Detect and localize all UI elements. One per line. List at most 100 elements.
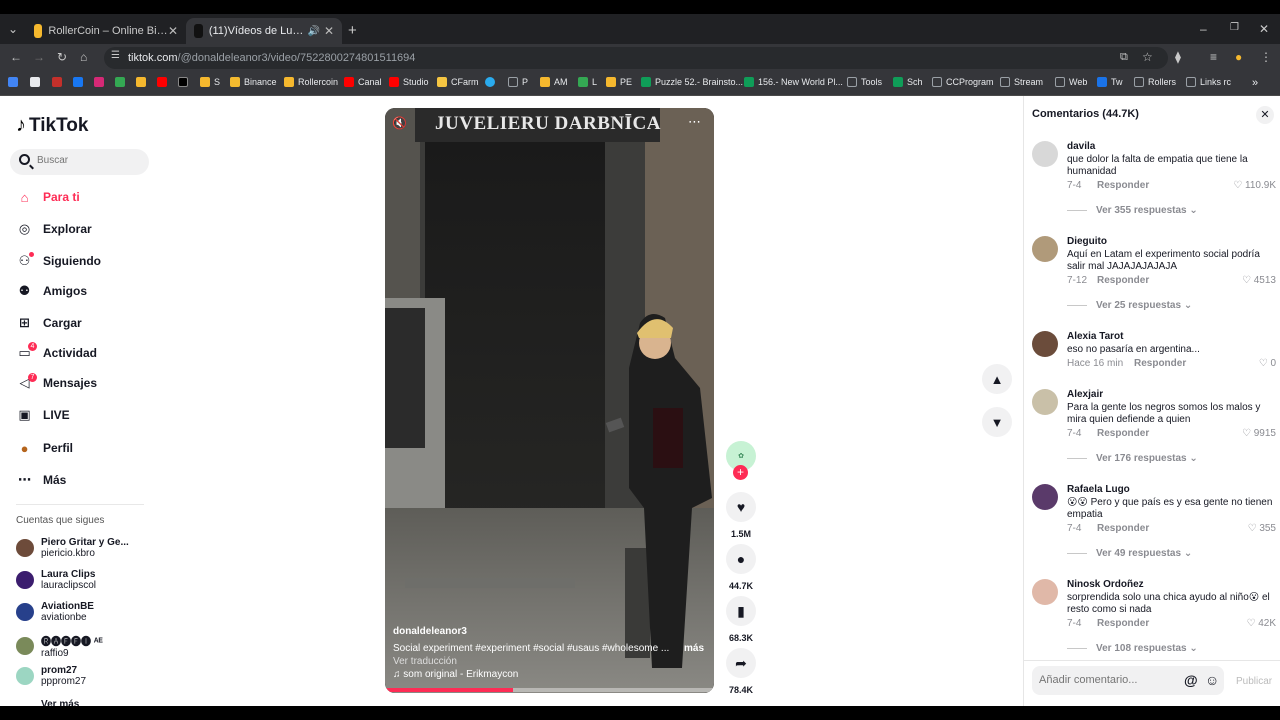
bookmark-folder-p[interactable]: P [508, 77, 528, 87]
bookmark-cfarm[interactable]: CFarm [437, 77, 479, 87]
nav-live[interactable]: ▣ LIVE [16, 404, 69, 426]
followed-account[interactable]: prom27 ppprom27 [16, 665, 86, 687]
bookmark-folder-stream[interactable]: Stream [1000, 77, 1043, 87]
install-app-icon[interactable]: ⧉ [1120, 51, 1128, 64]
reload-icon[interactable]: ↻ [57, 50, 67, 64]
bookmark-folder-web[interactable]: Web [1055, 77, 1087, 87]
url-text[interactable]: tiktok.com/@donaldeleanor3/video/7522800… [128, 52, 415, 64]
comment-author[interactable]: Ninosk Ordoñez [1067, 579, 1144, 590]
emoji-icon[interactable]: ☺ [1205, 672, 1219, 688]
bookmark-facebook-icon[interactable] [73, 77, 87, 87]
nav-cargar[interactable]: ⊞ Cargar [16, 312, 82, 334]
comment-like-button[interactable]: ♡ 110.9K [1233, 180, 1276, 191]
avatar[interactable] [1032, 484, 1058, 510]
video-sound[interactable]: ♫ som original - Erikmaycon [393, 669, 518, 680]
bookmark-pe[interactable]: PE [606, 77, 632, 87]
comment-button[interactable]: ● 44.7K [726, 544, 756, 591]
extensions-icon[interactable]: ⧫ [1175, 50, 1181, 64]
bookmark-youtube-icon[interactable] [157, 77, 171, 87]
tab-tiktok[interactable]: (11)Vídeos de Lupita (@guapa 🔊 ✕ [186, 18, 342, 44]
minimize-icon[interactable]: – [1200, 22, 1207, 36]
reply-button[interactable]: Responder [1097, 275, 1149, 286]
video-more-icon[interactable]: ⋯ [688, 114, 701, 130]
view-replies-button[interactable]: Ver 176 respuestas ⌄ [1096, 453, 1198, 464]
avatar[interactable] [1032, 389, 1058, 415]
follow-plus-icon[interactable]: + [733, 465, 748, 480]
audio-playing-icon[interactable]: 🔊 [307, 26, 319, 37]
reply-button[interactable]: Responder [1097, 180, 1149, 191]
share-button[interactable]: ➦ 78.4K [726, 648, 756, 695]
comment-input[interactable] [1039, 674, 1179, 686]
bookmark-puzzle[interactable]: Puzzle 52.- Brainsto... [641, 77, 743, 87]
next-video-button[interactable]: ▼ [982, 407, 1012, 437]
close-tab-icon[interactable]: ✕ [168, 24, 178, 38]
comment-author[interactable]: Dieguito [1067, 236, 1107, 247]
bookmark-x-icon[interactable] [178, 77, 192, 87]
publish-button[interactable]: Publicar [1236, 676, 1272, 687]
home-icon[interactable]: ⌂ [80, 50, 87, 64]
video-more-link[interactable]: más [684, 643, 704, 654]
view-replies-button[interactable]: Ver 108 respuestas ⌄ [1096, 643, 1198, 654]
bookmark-instagram-icon[interactable] [94, 77, 108, 87]
see-more-following[interactable]: Ver más [41, 699, 79, 706]
followed-account[interactable]: Laura Clips lauraclipscol [16, 569, 96, 591]
bookmark-icon-1[interactable] [30, 77, 44, 87]
new-tab-icon[interactable]: + [348, 22, 357, 39]
avatar[interactable] [1032, 331, 1058, 357]
restore-icon[interactable]: ❐ [1230, 22, 1239, 33]
translate-link[interactable]: Ver traducción [393, 656, 457, 667]
reply-button[interactable]: Responder [1097, 523, 1149, 534]
search-box[interactable] [10, 149, 149, 175]
avatar[interactable] [1032, 236, 1058, 262]
nav-para-ti[interactable]: ⌂ Para ti [16, 186, 80, 208]
close-tab-icon[interactable]: ✕ [324, 24, 334, 38]
comment-like-button[interactable]: ♡ 0 [1259, 358, 1276, 369]
mute-icon[interactable]: 🔇 [392, 116, 407, 130]
bookmark-folder-tools[interactable]: Tools [847, 77, 882, 87]
like-button[interactable]: ♥ 1.5M [726, 492, 756, 539]
comment-author[interactable]: Rafaela Lugo [1067, 484, 1130, 495]
nav-perfil[interactable]: ● Perfil [16, 437, 73, 459]
avatar[interactable] [1032, 141, 1058, 167]
site-info-icon[interactable]: ☰ [111, 50, 120, 61]
bookmark-canal[interactable]: Canal [344, 77, 382, 87]
bookmark-sch[interactable]: Sch [893, 77, 923, 87]
bookmark-l[interactable]: L [578, 77, 597, 87]
back-icon[interactable]: ← [10, 50, 22, 64]
bookmark-folder-ccprogram[interactable]: CCProgram [932, 77, 994, 87]
avatar[interactable] [1032, 579, 1058, 605]
bookmark-folder-links-rc[interactable]: Links rc [1186, 77, 1231, 87]
forward-icon[interactable]: → [33, 50, 45, 64]
view-replies-button[interactable]: Ver 355 respuestas ⌄ [1096, 205, 1198, 216]
bookmark-rollercoin[interactable]: Rollercoin [284, 77, 338, 87]
close-window-icon[interactable]: ✕ [1259, 22, 1269, 36]
followed-account[interactable]: 🅡🅐🅕🅕🅘 ᴬᴱ raffio9 [16, 633, 103, 659]
media-control-icon[interactable]: ≡ [1210, 50, 1217, 64]
bookmark-star-icon[interactable]: ☆ [1142, 50, 1153, 64]
bookmark-tw[interactable]: Tw [1097, 77, 1123, 87]
bookmark-s[interactable]: S [200, 77, 220, 87]
comment-author[interactable]: davila [1067, 141, 1095, 152]
bookmark-telegram-icon[interactable] [485, 77, 499, 87]
tiktok-logo[interactable]: ♪ TikTok [16, 114, 88, 137]
video-player[interactable]: JUVELIERU DARBNĪCA 🔇 ⋯ [385, 108, 714, 693]
mention-icon[interactable]: @ [1184, 672, 1198, 688]
comment-author[interactable]: Alexia Tarot [1067, 331, 1124, 342]
save-button[interactable]: ▮ 68.3K [726, 596, 756, 643]
comment-author[interactable]: Alexjair [1067, 389, 1103, 400]
reply-button[interactable]: Responder [1134, 358, 1186, 369]
nav-amigos[interactable]: ⚉ Amigos [16, 280, 87, 302]
bookmarks-overflow-icon[interactable]: » [1252, 77, 1258, 89]
comment-like-button[interactable]: ♡ 9915 [1242, 428, 1276, 439]
followed-account[interactable]: AviationBE aviationbe [16, 601, 94, 623]
comment-like-button[interactable]: ♡ 42K [1246, 618, 1276, 629]
bookmark-new-world[interactable]: 156.- New World Pl... [744, 77, 843, 87]
comment-like-button[interactable]: ♡ 4513 [1242, 275, 1276, 286]
view-replies-button[interactable]: Ver 49 respuestas ⌄ [1096, 548, 1192, 559]
reply-button[interactable]: Responder [1097, 428, 1149, 439]
bookmark-studio[interactable]: Studio [389, 77, 429, 87]
bookmark-icon-4[interactable] [136, 77, 150, 87]
nav-mas[interactable]: ⋯ Más [16, 469, 66, 491]
bookmark-icon-2[interactable] [52, 77, 66, 87]
bookmark-folder-rollers[interactable]: Rollers [1134, 77, 1176, 87]
